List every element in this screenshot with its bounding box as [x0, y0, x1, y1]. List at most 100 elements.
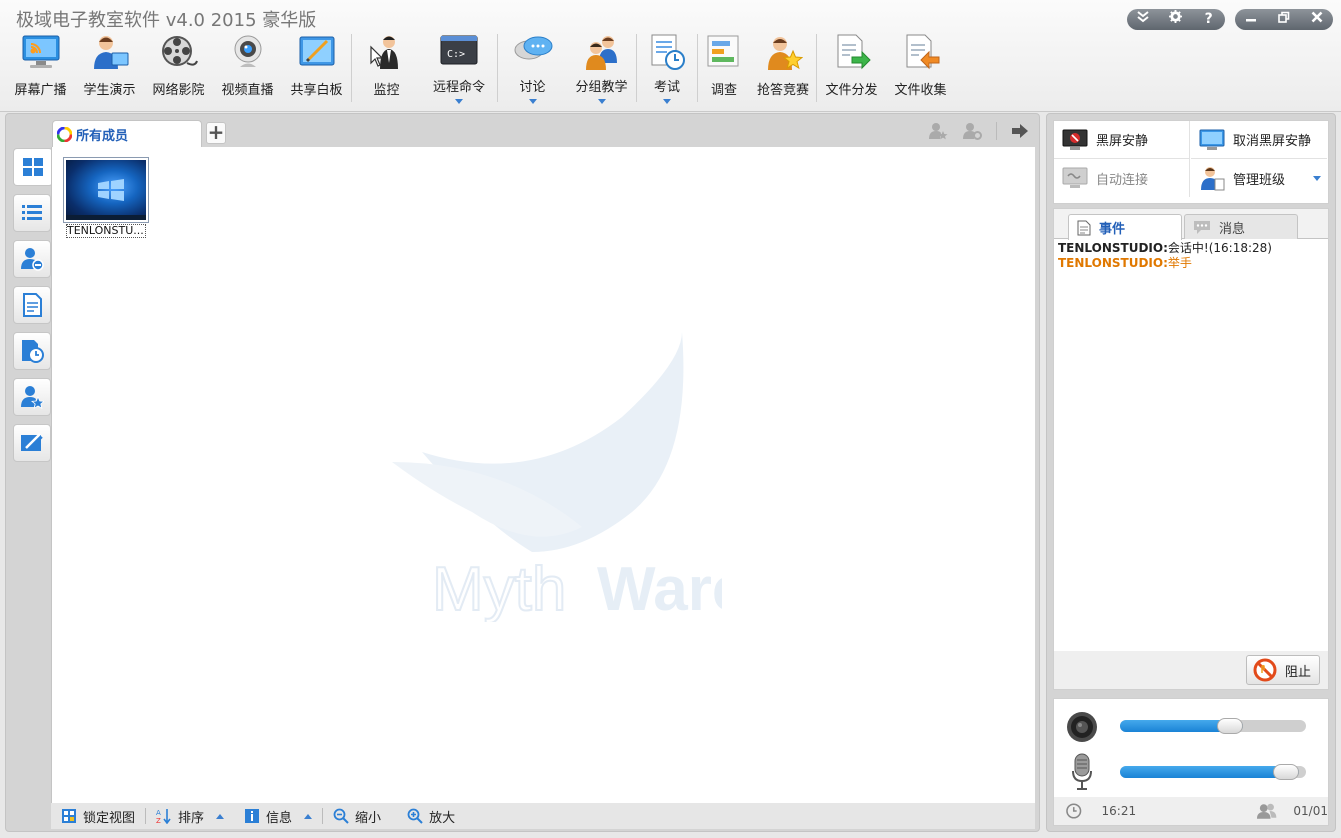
- gear-icon[interactable]: [1163, 9, 1189, 30]
- monitor-button[interactable]: 监控: [352, 30, 421, 106]
- tool-label: 视频直播: [221, 83, 274, 98]
- zoom-in-button[interactable]: 放大: [397, 807, 465, 826]
- add-tab-button[interactable]: +: [206, 122, 226, 144]
- quiz-icon: [763, 33, 804, 71]
- video-live-button[interactable]: 视频直播: [213, 30, 282, 106]
- thumbnail-view-button[interactable]: [13, 148, 53, 186]
- competition-view-button[interactable]: [13, 378, 51, 416]
- user-settings-icon[interactable]: [962, 122, 982, 140]
- survey-button[interactable]: 调查: [698, 30, 750, 106]
- info-button[interactable]: 信息: [234, 807, 322, 826]
- tab-events[interactable]: 事件: [1068, 214, 1182, 240]
- student-demo-button[interactable]: 学生演示: [75, 30, 144, 106]
- network-cinema-button[interactable]: 网络影院: [144, 30, 213, 106]
- slider-fill: [1120, 766, 1299, 778]
- quiz-competition-button[interactable]: 抢答竞赛: [750, 30, 816, 106]
- close-icon[interactable]: [1304, 9, 1330, 30]
- tool-label: 共享白板: [290, 83, 343, 98]
- auto-connect-button[interactable]: 自动连接: [1054, 159, 1190, 197]
- manage-class-button[interactable]: 管理班级: [1191, 159, 1327, 197]
- main-toolbar: 屏幕广播 学生演示 网络影院 视频直播 共享白板 监控 C:> 远程命令 讨论 …: [6, 30, 955, 106]
- stop-button[interactable]: 阻止: [1246, 655, 1320, 685]
- whiteboard-view-button[interactable]: [13, 424, 51, 462]
- teacher-icon: [1201, 167, 1225, 191]
- whiteboard-icon: [297, 33, 337, 71]
- screen-broadcast-button[interactable]: 屏幕广播: [6, 30, 75, 106]
- event-log: TENLONSTUDIO:会话中!(16:18:28) TENLONSTUDIO…: [1058, 241, 1272, 271]
- webcam-icon: [228, 33, 268, 71]
- info-label: 信息: [266, 810, 293, 826]
- svg-text:A: A: [156, 809, 161, 817]
- chevron-up-icon: [304, 813, 313, 819]
- command-prompt-icon: C:>: [439, 33, 479, 71]
- cancel-black-screen-button[interactable]: 取消黑屏安静: [1191, 121, 1327, 159]
- zoom-out-button[interactable]: 缩小: [323, 807, 391, 826]
- file-distribute-icon: [832, 33, 872, 71]
- offline-students-button[interactable]: [13, 240, 51, 278]
- exam-button[interactable]: 考试: [637, 30, 697, 106]
- document-icon: [1077, 220, 1091, 235]
- lock-view-label: 锁定视图: [83, 810, 136, 826]
- restore-icon[interactable]: [1271, 9, 1297, 30]
- desktop-preview: [66, 160, 146, 220]
- tab-messages-label: 消息: [1219, 221, 1246, 237]
- users-icon: [1257, 803, 1277, 819]
- minimize-icon[interactable]: [1238, 9, 1264, 30]
- tab-messages[interactable]: 消息: [1184, 214, 1298, 239]
- group-teaching-button[interactable]: 分组教学: [567, 30, 636, 106]
- clock-icon: [1066, 803, 1082, 819]
- file-collect-button[interactable]: 文件收集: [886, 30, 955, 106]
- black-screen-button[interactable]: 黑屏安静: [1054, 121, 1190, 159]
- stop-label: 阻止: [1285, 664, 1312, 680]
- tool-label: 调查: [710, 83, 737, 98]
- slider-knob[interactable]: [1272, 764, 1299, 780]
- user-star-icon[interactable]: [928, 122, 948, 140]
- tool-label: 屏幕广播: [14, 83, 67, 98]
- tool-label: 文件收集: [894, 83, 947, 98]
- remote-command-button[interactable]: C:> 远程命令: [421, 30, 497, 106]
- chevron-up-icon: [216, 813, 225, 819]
- document-icon: [23, 293, 42, 317]
- control-side-panel: 黑屏安静 取消黑屏安静 自动连接 管理班级 事件 消息 TENLONSTUDIO…: [1046, 113, 1336, 832]
- exam-view-button[interactable]: [13, 332, 51, 370]
- audio-controls: 16:21 01/01: [1053, 698, 1329, 826]
- view-options-bar: 锁定视图 AZ 排序 信息 缩小 放大: [51, 803, 1035, 829]
- student-thumbnail-area: Myth Ware TENLONSTU...: [51, 147, 1035, 803]
- help-icon[interactable]: ?: [1196, 9, 1222, 30]
- tab-all-members[interactable]: 所有成员: [52, 120, 202, 147]
- title-bar: 极域电子教室软件 v4.0 2015 豪华版 ? 屏幕广播 学生演示 网络影院 …: [0, 0, 1341, 112]
- document-view-button[interactable]: [13, 286, 51, 324]
- screen-broadcast-icon: [21, 33, 61, 71]
- arrow-right-icon[interactable]: [1011, 123, 1029, 139]
- clock-document-icon: [22, 340, 44, 363]
- black-screen-icon: [1062, 129, 1088, 150]
- microphone-volume-slider[interactable]: [1120, 764, 1306, 780]
- student-thumbnail[interactable]: TENLONSTU...: [63, 157, 149, 238]
- shared-whiteboard-button[interactable]: 共享白板: [282, 30, 351, 106]
- tool-label: 网络影院: [152, 83, 205, 98]
- sort-label: 排序: [178, 810, 205, 826]
- sort-button[interactable]: AZ 排序: [146, 807, 234, 826]
- zoom-in-label: 放大: [429, 810, 456, 826]
- chevron-down-icon: [528, 99, 537, 104]
- zoom-out-label: 缩小: [355, 810, 382, 826]
- tool-label: 远程命令: [432, 80, 485, 95]
- windows-logo-icon: [98, 179, 124, 201]
- zoom-out-icon: [333, 808, 349, 824]
- svg-text:Myth: Myth: [432, 555, 566, 622]
- list-view-button[interactable]: [13, 194, 51, 232]
- discussion-button[interactable]: 讨论: [498, 30, 567, 106]
- collapse-icon[interactable]: [1130, 9, 1156, 30]
- slider-knob[interactable]: [1216, 718, 1243, 734]
- quick-controls: 黑屏安静 取消黑屏安静 自动连接 管理班级: [1053, 120, 1329, 204]
- lock-view-button[interactable]: 锁定视图: [51, 807, 145, 826]
- grid-icon: [23, 158, 43, 176]
- speaker-volume-slider[interactable]: [1120, 718, 1306, 734]
- group-tab-strip: 所有成员 +: [52, 120, 1037, 147]
- info-icon: [245, 809, 260, 823]
- list-icon: [22, 205, 42, 220]
- tab-label: 所有成员: [76, 128, 129, 144]
- file-distribute-button[interactable]: 文件分发: [817, 30, 886, 106]
- black-screen-label: 黑屏安静: [1096, 134, 1149, 149]
- cancel-black-screen-label: 取消黑屏安静: [1233, 134, 1312, 149]
